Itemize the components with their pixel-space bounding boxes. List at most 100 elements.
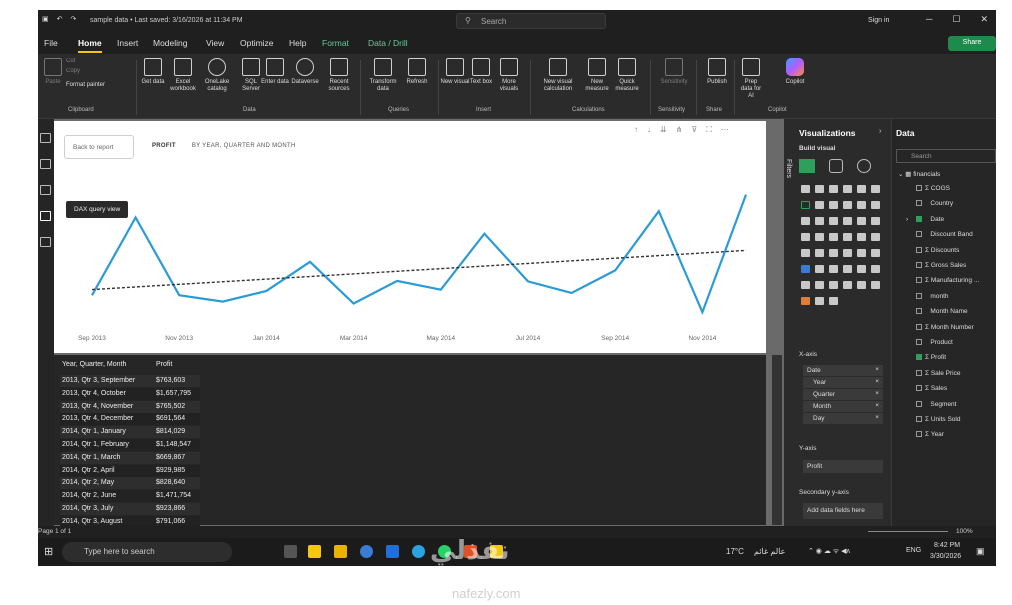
visual-type-icon[interactable] <box>871 185 880 193</box>
drill-up-icon[interactable]: ↑ <box>634 125 638 135</box>
visual-type-icon[interactable] <box>801 185 810 193</box>
menu-modeling[interactable]: Modeling <box>153 38 188 48</box>
data-field-item[interactable]: › Date <box>906 215 944 223</box>
data-field-item[interactable]: Σ Year <box>916 431 944 438</box>
data-point[interactable] <box>744 193 748 197</box>
search-input[interactable]: ⚲ Search <box>456 13 606 29</box>
more-options-icon[interactable]: ⋯ <box>721 125 729 135</box>
field-checkbox[interactable] <box>916 431 922 438</box>
save-icon[interactable]: ▣ <box>42 15 49 23</box>
outlook-icon[interactable] <box>386 545 399 558</box>
data-field-item[interactable]: Country <box>916 200 953 207</box>
menu-insert[interactable]: Insert <box>117 38 138 48</box>
visual-type-icon[interactable] <box>801 265 810 273</box>
filter-icon[interactable]: ⊽ <box>691 125 697 135</box>
visual-type-icon[interactable] <box>829 185 838 193</box>
publish-button[interactable]: Publish <box>702 58 732 86</box>
visual-type-icon[interactable] <box>857 185 866 193</box>
line-chart-visual[interactable]: Sep 2013 Nov 2013 Jan 2014 Mar 2014 May 2014… <box>54 121 766 353</box>
visual-type-icon[interactable] <box>829 281 838 289</box>
menu-help[interactable]: Help <box>289 38 306 48</box>
field-checkbox[interactable] <box>916 231 922 238</box>
data-point[interactable] <box>526 279 530 283</box>
sign-in-link[interactable]: Sign in <box>868 17 889 24</box>
xaxis-field-item[interactable]: Day × <box>803 413 883 424</box>
xaxis-field-item[interactable]: Quarter × <box>803 389 883 400</box>
field-checkbox[interactable] <box>916 323 922 330</box>
visual-type-icon[interactable] <box>857 249 866 257</box>
data-point[interactable] <box>308 260 312 264</box>
taskbar-search-input[interactable]: Type here to search <box>62 542 232 562</box>
cut-button[interactable]: Cut <box>66 58 96 65</box>
data-point[interactable] <box>352 302 356 306</box>
yaxis-field-profit[interactable]: Profit <box>803 460 883 473</box>
visual-type-icon[interactable] <box>815 265 824 273</box>
data-point[interactable] <box>264 289 268 293</box>
analytics-tab-icon[interactable] <box>857 159 871 173</box>
data-point[interactable] <box>482 232 486 236</box>
profit-series-line[interactable] <box>91 194 748 316</box>
paste-button[interactable]: Paste <box>42 58 64 86</box>
filters-pane-collapsed[interactable]: Filters <box>784 119 795 526</box>
app-icon[interactable] <box>334 545 347 558</box>
visual-type-icon[interactable] <box>843 249 852 257</box>
visual-type-icon[interactable] <box>871 281 880 289</box>
visual-type-icon[interactable] <box>801 201 810 209</box>
redo-icon[interactable]: ↷ <box>71 15 77 23</box>
field-checkbox[interactable] <box>916 185 922 191</box>
onelake-catalog-button[interactable]: OneLake catalog <box>200 58 234 93</box>
visual-type-icon[interactable] <box>829 265 838 273</box>
visual-type-icon[interactable] <box>843 265 852 273</box>
data-field-item[interactable]: Σ Gross Sales <box>916 262 966 269</box>
data-point[interactable] <box>657 209 661 213</box>
column-header-period[interactable]: Year, Quarter, Month <box>62 361 126 368</box>
visual-type-icon[interactable] <box>829 249 838 257</box>
new-visual-calculation-button[interactable]: New visual calculation <box>536 58 580 93</box>
edge-icon[interactable] <box>360 545 373 558</box>
format-visual-tab-icon[interactable] <box>829 159 843 173</box>
data-point[interactable] <box>90 293 94 297</box>
expand-next-level-icon[interactable]: ⇊ <box>660 125 667 135</box>
remove-field-icon[interactable]: × <box>875 414 879 421</box>
vertical-scrollbar[interactable] <box>772 355 782 525</box>
menu-format[interactable]: Format <box>322 38 349 48</box>
data-search-input[interactable]: Search <box>896 149 996 163</box>
refresh-button[interactable]: Refresh <box>402 58 432 86</box>
xaxis-field-item[interactable]: Date × <box>803 365 883 376</box>
task-view-icon[interactable] <box>284 545 297 558</box>
field-checkbox[interactable] <box>916 262 922 268</box>
data-field-item[interactable]: Σ Manufacturing ... <box>916 277 979 284</box>
data-point[interactable] <box>395 279 399 283</box>
field-checkbox[interactable] <box>916 416 922 422</box>
visual-type-icon[interactable] <box>815 249 824 257</box>
data-point[interactable] <box>439 288 443 292</box>
windows-start-icon[interactable]: ⊞ <box>44 545 53 558</box>
zoom-level[interactable]: 100% <box>956 528 973 535</box>
zoom-slider[interactable] <box>868 531 948 532</box>
format-painter-button[interactable]: Format painter <box>66 82 132 89</box>
copy-button[interactable]: Copy <box>66 68 96 75</box>
menu-home[interactable]: Home <box>78 38 102 53</box>
visual-type-icon[interactable] <box>815 185 824 193</box>
visual-type-icon[interactable] <box>871 217 880 225</box>
visual-type-icon[interactable] <box>829 201 838 209</box>
data-point[interactable] <box>700 310 704 314</box>
visual-type-icon[interactable] <box>871 249 880 257</box>
field-checkbox[interactable] <box>916 308 922 315</box>
data-field-item[interactable]: Σ Sales <box>916 385 947 392</box>
notification-icon[interactable]: ▣ <box>976 546 985 557</box>
enter-data-button[interactable]: Enter data <box>260 58 290 86</box>
visual-type-icon[interactable] <box>801 217 810 225</box>
data-field-item[interactable]: Σ Profit <box>916 354 946 361</box>
report-view-icon[interactable] <box>40 133 51 143</box>
visual-type-icon[interactable] <box>871 201 880 209</box>
field-checkbox[interactable] <box>916 400 922 407</box>
visual-type-icon[interactable] <box>857 265 866 273</box>
secondary-yaxis-dropzone[interactable]: Add data fields here <box>803 503 883 519</box>
close-icon[interactable]: ✕ <box>980 14 988 25</box>
focus-mode-icon[interactable]: ⛶ <box>706 125 712 135</box>
field-checkbox[interactable] <box>916 277 922 284</box>
menu-optimize[interactable]: Optimize <box>240 38 274 48</box>
minimize-icon[interactable]: ─ <box>926 14 932 25</box>
new-measure-button[interactable]: New measure <box>582 58 612 93</box>
